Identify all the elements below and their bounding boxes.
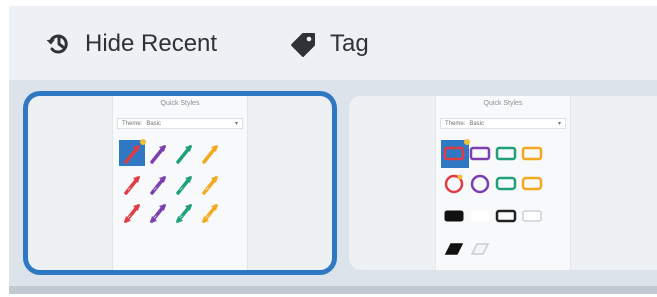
quick-styles-panel: Quick Styles Theme: Basic ▾ xyxy=(112,96,248,270)
shape-style-swatch[interactable] xyxy=(444,210,464,222)
tag-icon xyxy=(288,29,318,59)
arrow-style-swatch[interactable] xyxy=(124,176,140,195)
shape-style-swatch[interactable] xyxy=(495,209,517,223)
shape-style-swatch[interactable] xyxy=(521,176,543,191)
arrow-style-swatch[interactable] xyxy=(176,145,192,164)
quick-styles-panel: Quick Styles Theme: Basic ▾ xyxy=(435,96,571,270)
shape-style-swatch[interactable] xyxy=(495,146,517,161)
arrow-style-swatch[interactable] xyxy=(202,204,218,223)
toolbar: Hide Recent Tag xyxy=(9,6,657,81)
hide-recent-label: Hide Recent xyxy=(85,30,218,57)
shape-style-swatch[interactable] xyxy=(470,243,490,255)
shape-style-swatch[interactable] xyxy=(470,210,490,222)
tag-button[interactable]: Tag xyxy=(288,28,369,60)
arrow-style-swatch[interactable] xyxy=(124,204,140,223)
recent-item-card[interactable]: Quick Styles Theme: Basic ▾ xyxy=(28,96,332,270)
badge-dot xyxy=(140,139,146,145)
arrow-style-swatch[interactable] xyxy=(176,176,192,195)
hide-recent-button[interactable]: Hide Recent xyxy=(43,28,217,60)
arrow-style-swatch[interactable] xyxy=(202,145,218,164)
arrow-style-swatch[interactable] xyxy=(150,176,166,195)
arrow-style-swatch[interactable] xyxy=(150,145,166,164)
shape-style-swatch[interactable] xyxy=(470,174,490,194)
history-icon xyxy=(43,29,73,59)
style-swatches xyxy=(119,139,218,223)
shape-style-swatch[interactable] xyxy=(469,146,491,161)
tag-label: Tag xyxy=(330,30,369,57)
recent-item-card[interactable]: Quick Styles Theme: Basic ▾ xyxy=(349,96,657,270)
badge-dot xyxy=(464,139,470,145)
arrow-style-swatch[interactable] xyxy=(150,204,166,223)
style-swatches xyxy=(441,139,543,255)
shape-style-swatch[interactable] xyxy=(495,176,517,191)
shape-style-swatch[interactable] xyxy=(521,146,543,161)
arrow-style-swatch[interactable] xyxy=(176,204,192,223)
shape-style-swatch[interactable] xyxy=(444,243,464,255)
shape-style-swatch[interactable] xyxy=(522,210,542,222)
arrow-style-swatch[interactable] xyxy=(202,176,218,195)
scrollbar-track[interactable] xyxy=(9,286,657,294)
